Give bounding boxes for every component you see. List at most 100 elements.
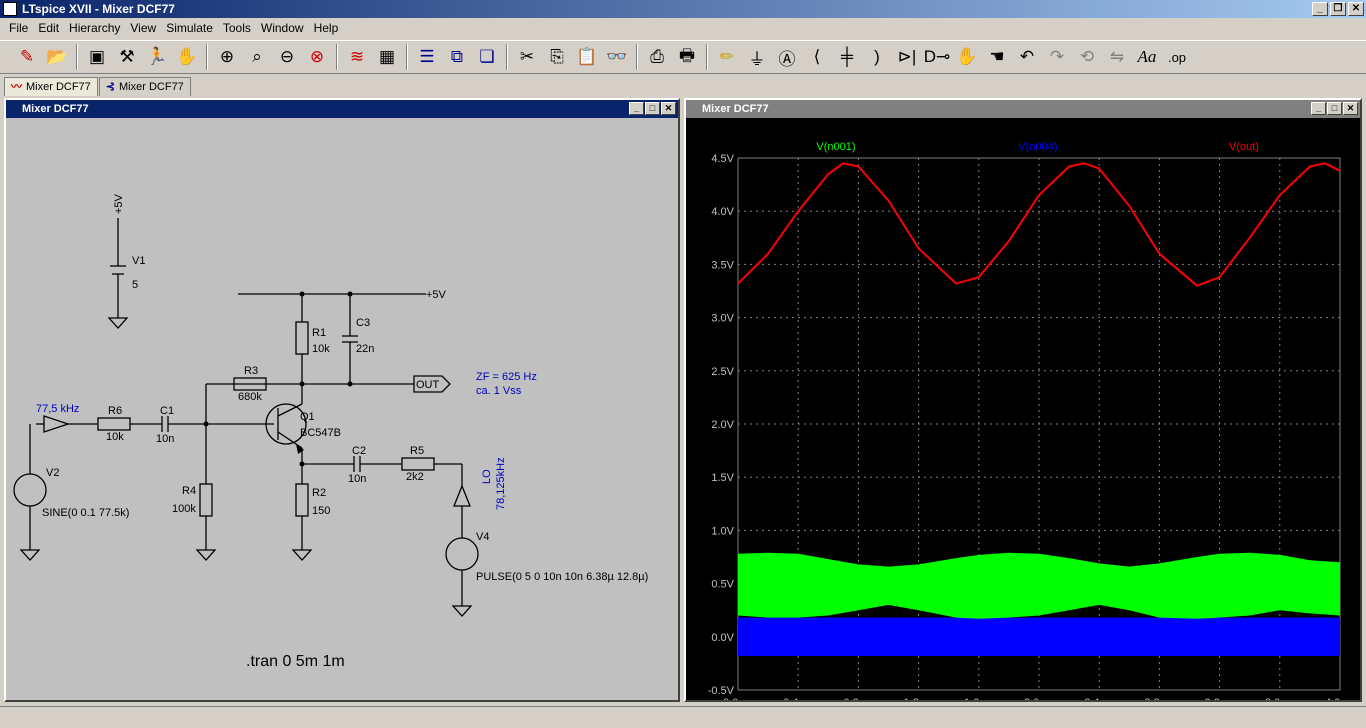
print-setup-icon[interactable]: ⎙ — [642, 43, 672, 71]
label-q1-value: BC547B — [300, 427, 341, 439]
tab-waveform[interactable]: 〰 Mixer DCF77 — [4, 77, 98, 96]
draw-wire-icon[interactable]: ✏ — [712, 43, 742, 71]
mirror-icon[interactable]: ⇋ — [1102, 43, 1132, 71]
control-panel-icon[interactable]: ⚒ — [112, 43, 142, 71]
tile-horizontal-icon[interactable]: ☰ — [412, 43, 442, 71]
drag-icon[interactable]: ☚ — [982, 43, 1012, 71]
waveform-close-button[interactable]: ✕ — [1343, 102, 1358, 115]
menu-view[interactable]: View — [125, 21, 161, 35]
x-tick-label: 2.0ms — [1024, 697, 1054, 700]
schematic-window: Mixer DCF77 _ □ ✕ +5V V1 5 +5V R1 10k C3… — [4, 98, 680, 702]
rotate-icon[interactable]: ⟲ — [1072, 43, 1102, 71]
zoom-out-icon[interactable]: ⊖ — [272, 43, 302, 71]
label-r3: R3 — [244, 365, 258, 377]
label-input-freq: 77,5 kHz — [36, 403, 79, 415]
autorange-icon[interactable]: ≋ — [342, 43, 372, 71]
label-v2: V2 — [46, 467, 59, 479]
y-tick-label: 4.5V — [711, 153, 734, 165]
waveform-window: Mixer DCF77 _ □ ✕ V(n001) V(n004) V(out) 4… — [684, 98, 1362, 702]
label-c2: C2 — [352, 445, 366, 457]
y-tick-label: 3.5V — [711, 259, 734, 271]
legend-entry[interactable]: V(n004) — [1018, 141, 1057, 153]
schematic-close-button[interactable]: ✕ — [661, 102, 676, 115]
menu-tools[interactable]: Tools — [218, 21, 256, 35]
y-tick-label: 3.0V — [711, 313, 734, 325]
cascade-icon[interactable]: ❏ — [472, 43, 502, 71]
trace-vn004 — [738, 617, 1340, 656]
grid-icon[interactable]: ▦ — [372, 43, 402, 71]
copy-icon[interactable]: ⎘ — [542, 43, 572, 71]
waveform-icon: 〰 — [11, 81, 22, 93]
x-tick-label: 3.6ms — [1265, 697, 1295, 700]
window-title: LTspice XVII - Mixer DCF77 — [22, 2, 175, 16]
restore-button[interactable]: ❐ — [1330, 2, 1346, 16]
label-r3-value: 680k — [238, 391, 262, 403]
zoom-pan-icon[interactable]: ⌕ — [242, 43, 272, 71]
text-icon[interactable]: Aa — [1132, 43, 1162, 71]
waveform-title: Mixer DCF77 — [702, 103, 769, 115]
y-tick-label: 0.0V — [711, 632, 734, 644]
new-schematic-icon[interactable]: ✎ — [12, 43, 42, 71]
tab-schematic[interactable]: ⊰ Mixer DCF77 — [98, 77, 191, 96]
label-zf: ZF = 625 Hz — [476, 371, 537, 383]
menu-file[interactable]: File — [4, 21, 33, 35]
component-icon[interactable]: D⊸ — [922, 43, 952, 71]
schematic-minimize-button[interactable]: _ — [629, 102, 644, 115]
y-tick-label: -0.5V — [708, 685, 735, 697]
label-r5: R5 — [410, 445, 424, 457]
x-tick-label: 2.8ms — [1144, 697, 1174, 700]
label-c1: C1 — [160, 405, 174, 417]
label-r4: R4 — [182, 485, 196, 497]
capacitor-icon[interactable]: ╪ — [832, 43, 862, 71]
diode-icon[interactable]: ⊳| — [892, 43, 922, 71]
title-bar: LTspice XVII - Mixer DCF77 _ ❐ ✕ — [0, 0, 1366, 18]
label-r6: R6 — [108, 405, 122, 417]
resistor-icon[interactable]: ⟨ — [802, 43, 832, 71]
print-icon[interactable]: 🖶 — [672, 43, 702, 71]
zoom-in-icon[interactable]: ⊕ — [212, 43, 242, 71]
open-icon[interactable]: 📂 — [42, 43, 72, 71]
label-v1-value: 5 — [132, 279, 138, 291]
redo-icon[interactable]: ↷ — [1042, 43, 1072, 71]
inductor-icon[interactable]: ) — [862, 43, 892, 71]
waveform-plot[interactable]: V(n001) V(n004) V(out) 4.5V 4.0V 3.5V 3.0V 2.5… — [686, 118, 1360, 700]
label-vcc-top: +5V — [113, 193, 125, 214]
x-tick-label: 1.2ms — [904, 697, 934, 700]
close-button[interactable]: ✕ — [1348, 2, 1364, 16]
cut-icon[interactable]: ✂ — [512, 43, 542, 71]
toolbar: ✎ 📂 ▣ ⚒ 🏃 ✋ ⊕ ⌕ ⊖ ⊗ ≋ ▦ ☰ ⧉ ❏ ✂ ⎘ 📋 👓 ⎙ … — [0, 40, 1366, 74]
menu-hierarchy[interactable]: Hierarchy — [64, 21, 125, 35]
move-icon[interactable]: ✋ — [952, 43, 982, 71]
schematic-title: Mixer DCF77 — [22, 103, 89, 115]
label-r1: R1 — [312, 327, 326, 339]
label-net-icon[interactable]: Ⓐ — [772, 43, 802, 71]
spice-directive[interactable]: .tran 0 5m 1m — [246, 653, 345, 670]
schematic-canvas[interactable]: +5V V1 5 +5V R1 10k C3 22n R3 680k OUT R… — [6, 118, 678, 700]
legend-entry[interactable]: V(out) — [1229, 141, 1259, 153]
zoom-fit-icon[interactable]: ⊗ — [302, 43, 332, 71]
y-tick-label: 2.5V — [711, 366, 734, 378]
undo-icon[interactable]: ↶ — [1012, 43, 1042, 71]
menu-simulate[interactable]: Simulate — [161, 21, 218, 35]
menu-edit[interactable]: Edit — [33, 21, 64, 35]
legend-entry[interactable]: V(n001) — [816, 141, 855, 153]
menu-help[interactable]: Help — [309, 21, 344, 35]
run-icon[interactable]: 🏃 — [142, 43, 172, 71]
ground-icon[interactable]: ⏚ — [742, 43, 772, 71]
halt-icon[interactable]: ✋ — [172, 43, 202, 71]
find-icon[interactable]: 👓 — [602, 43, 632, 71]
label-r5-value: 2k2 — [406, 471, 424, 483]
save-icon[interactable]: ▣ — [82, 43, 112, 71]
ltspice-app-icon — [3, 2, 17, 16]
minimize-button[interactable]: _ — [1312, 2, 1328, 16]
label-r2: R2 — [312, 487, 326, 499]
menu-window[interactable]: Window — [256, 21, 309, 35]
waveform-minimize-button[interactable]: _ — [1311, 102, 1326, 115]
paste-icon[interactable]: 📋 — [572, 43, 602, 71]
schematic-maximize-button[interactable]: □ — [645, 102, 660, 115]
waveform-maximize-button[interactable]: □ — [1327, 102, 1342, 115]
spice-directive-icon[interactable]: .op — [1162, 43, 1192, 71]
x-tick-label: 1.6ms — [964, 697, 994, 700]
tile-vertical-icon[interactable]: ⧉ — [442, 43, 472, 71]
y-tick-label: 1.0V — [711, 525, 734, 537]
